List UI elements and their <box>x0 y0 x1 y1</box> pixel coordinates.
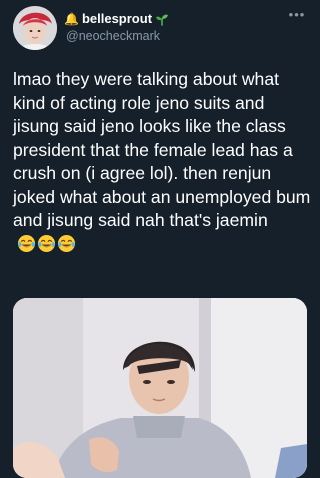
laughing-tears-icon <box>57 234 76 253</box>
laughing-tears-icon <box>17 234 36 253</box>
emoji-row <box>17 234 76 253</box>
bell-icon: 🔔 <box>64 11 79 26</box>
laughing-tears-icon <box>37 234 56 253</box>
photo-content <box>13 298 307 478</box>
more-button[interactable]: ••• <box>288 7 306 22</box>
more-horizontal-icon: ••• <box>288 7 306 22</box>
tweet-body: lmao they were talking about what kind o… <box>13 69 311 230</box>
tweet[interactable]: 🔔 bellesprout @neocheckmark ••• lmao the… <box>0 0 320 478</box>
handle[interactable]: @neocheckmark <box>66 29 160 43</box>
avatar[interactable] <box>13 6 57 50</box>
display-name[interactable]: 🔔 bellesprout <box>64 11 169 26</box>
tweet-text: lmao they were talking about what kind o… <box>13 68 315 256</box>
display-name-text: bellesprout <box>81 11 153 26</box>
tweet-media-photo[interactable] <box>13 298 307 478</box>
avatar-photo <box>13 6 57 50</box>
sprout-icon <box>155 12 169 26</box>
